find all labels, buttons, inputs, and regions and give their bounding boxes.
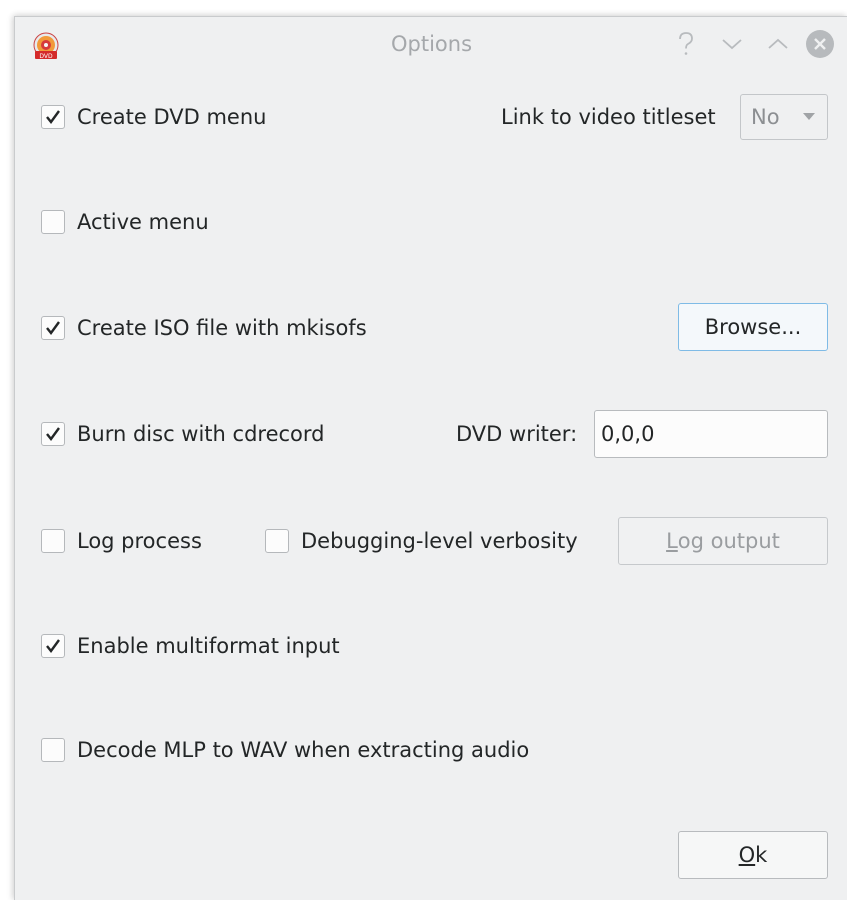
create-dvd-menu-label: Create DVD menu (77, 105, 267, 129)
checkmark-icon (46, 110, 60, 124)
create-iso-label: Create ISO file with mkisofs (77, 316, 367, 340)
create-iso-checkbox[interactable] (41, 316, 65, 340)
checkmark-icon (46, 427, 60, 441)
log-process-checkbox[interactable] (41, 529, 65, 553)
multiformat-label: Enable multiformat input (77, 634, 340, 658)
help-icon[interactable] (671, 29, 701, 59)
log-process-checkbox-row[interactable]: Log process (41, 526, 202, 556)
dvd-writer-value: 0,0,0 (601, 422, 655, 446)
checkmark-icon (46, 321, 60, 335)
titleset-value: No (751, 105, 780, 129)
active-menu-checkbox[interactable] (41, 210, 65, 234)
log-output-mnemonic: L (666, 529, 678, 553)
titleset-combo[interactable]: No (740, 94, 828, 140)
multiformat-checkbox[interactable] (41, 634, 65, 658)
decode-mlp-label: Decode MLP to WAV when extracting audio (77, 738, 530, 762)
active-menu-checkbox-row[interactable]: Active menu (41, 207, 209, 237)
chevron-up-icon[interactable] (763, 29, 793, 59)
decode-mlp-checkbox-row[interactable]: Decode MLP to WAV when extracting audio (41, 735, 529, 765)
debug-verbosity-label: Debugging-level verbosity (301, 529, 578, 553)
browse-button-label: Browse... (704, 315, 802, 339)
log-process-label: Log process (77, 529, 202, 553)
link-titleset-label: Link to video titleset (501, 105, 716, 129)
chevron-down-icon (803, 113, 815, 120)
options-dialog: DVD Options Create DVD menu Link to vide… (14, 16, 847, 900)
dvd-writer-label: DVD writer: (456, 422, 578, 446)
log-output-label: og output (677, 529, 780, 553)
burn-disc-checkbox[interactable] (41, 422, 65, 446)
active-menu-label: Active menu (77, 210, 209, 234)
checkmark-icon (46, 639, 60, 653)
dvd-writer-input[interactable]: 0,0,0 (594, 410, 828, 458)
burn-disc-label: Burn disc with cdrecord (77, 422, 325, 446)
create-dvd-menu-checkbox-row[interactable]: Create DVD menu (41, 102, 266, 132)
browse-button[interactable]: Browse... (678, 303, 828, 351)
create-iso-checkbox-row[interactable]: Create ISO file with mkisofs (41, 313, 367, 343)
create-dvd-menu-checkbox[interactable] (41, 105, 65, 129)
debug-verbosity-checkbox-row[interactable]: Debugging-level verbosity (265, 526, 578, 556)
debug-verbosity-checkbox[interactable] (265, 529, 289, 553)
ok-mnemonic: O (738, 843, 756, 867)
close-icon[interactable] (805, 29, 835, 59)
title-bar[interactable]: DVD Options (15, 17, 847, 73)
multiformat-checkbox-row[interactable]: Enable multiformat input (41, 631, 340, 661)
burn-disc-checkbox-row[interactable]: Burn disc with cdrecord (41, 419, 324, 449)
log-output-button[interactable]: Log output (618, 517, 828, 565)
decode-mlp-checkbox[interactable] (41, 738, 65, 762)
ok-button[interactable]: Ok (678, 831, 828, 879)
ok-label: k (755, 843, 768, 867)
chevron-down-icon[interactable] (717, 29, 747, 59)
